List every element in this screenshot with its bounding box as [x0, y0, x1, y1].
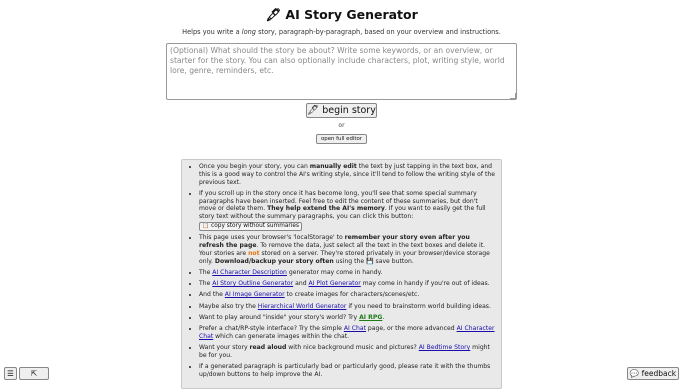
page-subtitle: Helps you write a long story, paragraph-…	[0, 28, 683, 36]
tip-text: Once you begin your story, you can	[199, 163, 310, 170]
link-ai-bedtime-story[interactable]: AI Bedtime Story	[419, 344, 471, 351]
tip-text: The	[199, 268, 213, 276]
tip-text: page, or the more advanced	[365, 324, 457, 332]
tip-image-generator: And the AI Image Generator to create ima…	[199, 291, 495, 299]
tip-text: Want to play around "inside" your story'…	[199, 313, 360, 321]
tip-text: .	[382, 313, 385, 321]
open-full-editor-button[interactable]: open full editor	[316, 134, 367, 144]
tip-world-generator: Maybe also try the Hierarchical World Ge…	[199, 303, 495, 311]
tip-text: Maybe also try the	[199, 302, 258, 310]
tip-bedtime-story: Want your story read aloud with nice bac…	[199, 344, 495, 360]
tip-rating: If a generated paragraph is particularly…	[199, 363, 495, 379]
tip-text: using the 💾 save button.	[333, 257, 414, 265]
or-separator: or	[338, 122, 345, 129]
link-ai-character-description[interactable]: AI Character Description	[212, 269, 287, 276]
tips-panel: Once you begin your story, you can manua…	[181, 159, 502, 389]
tip-ai-rpg: Want to play around "inside" your story'…	[199, 314, 495, 322]
subtitle-emphasis: long	[241, 28, 256, 36]
tip-character-description: The AI Character Description generator m…	[199, 269, 495, 277]
tip-text: if you need to brainstorm world building…	[346, 302, 491, 310]
tip-text: Want your story	[199, 343, 250, 351]
tip-bold: They help extend the AI's memory	[267, 205, 385, 213]
page-title: 🖋 AI Story Generator	[265, 7, 418, 22]
tip-warning: not	[248, 249, 260, 257]
tip-bold: read aloud	[249, 343, 287, 351]
subtitle-text-start: Helps you write a	[182, 28, 242, 36]
link-ai-story-outline-generator[interactable]: AI Story Outline Generator	[212, 280, 293, 287]
begin-story-button[interactable]: 🖋 begin story	[306, 103, 377, 118]
tip-bold: Download/backup your story often	[214, 257, 334, 265]
feedback-button[interactable]: 💬 feedback	[627, 367, 679, 380]
tip-text: And the	[199, 291, 225, 299]
copy-story-button[interactable]: 📋 copy story without summaries	[199, 221, 302, 231]
tip-text: Prefer a chat/RP-style interface? Try th…	[199, 324, 344, 332]
tip-text: with nice background music and pictures?	[286, 343, 419, 351]
link-ai-image-generator[interactable]: AI Image Generator	[225, 291, 285, 298]
tip-bold: manually edit	[309, 163, 357, 170]
tip-text: and	[293, 280, 309, 288]
tip-text: generator may come in handy.	[286, 268, 383, 276]
tip-text: This page uses your browser's 'localStor…	[199, 234, 345, 242]
tip-text: which can generate images within the cha…	[213, 332, 350, 340]
tip-local-storage: This page uses your browser's 'localStor…	[199, 234, 495, 265]
expand-icon[interactable]: ⇱	[19, 367, 49, 380]
tip-text: If a generated paragraph is particularly…	[199, 362, 491, 378]
menu-icon[interactable]: ☰	[4, 367, 17, 380]
tip-text: may come in handy if you're out of ideas…	[360, 280, 490, 288]
link-ai-rpg[interactable]: AI RPG	[359, 314, 382, 321]
link-hierarchical-world-generator[interactable]: Hierarchical World Generator	[258, 303, 347, 310]
tip-ai-chat: Prefer a chat/RP-style interface? Try th…	[199, 325, 495, 341]
subtitle-text-end: story, paragraph-by-paragraph, based on …	[255, 28, 501, 36]
tip-text: The	[199, 280, 213, 288]
tips-list: Once you begin your story, you can manua…	[182, 160, 501, 378]
tip-text: to create images for characters/scenes/e…	[284, 291, 420, 299]
link-ai-plot-generator[interactable]: AI Plot Generator	[309, 280, 361, 287]
tip-manual-edit: Once you begin your story, you can manua…	[199, 163, 495, 186]
tip-summaries: If you scroll up in the story once it ha…	[199, 190, 495, 231]
story-prompt-input[interactable]	[166, 43, 517, 100]
link-ai-chat[interactable]: AI Chat	[344, 325, 366, 332]
tip-outline-plot: The AI Story Outline Generator and AI Pl…	[199, 280, 495, 288]
